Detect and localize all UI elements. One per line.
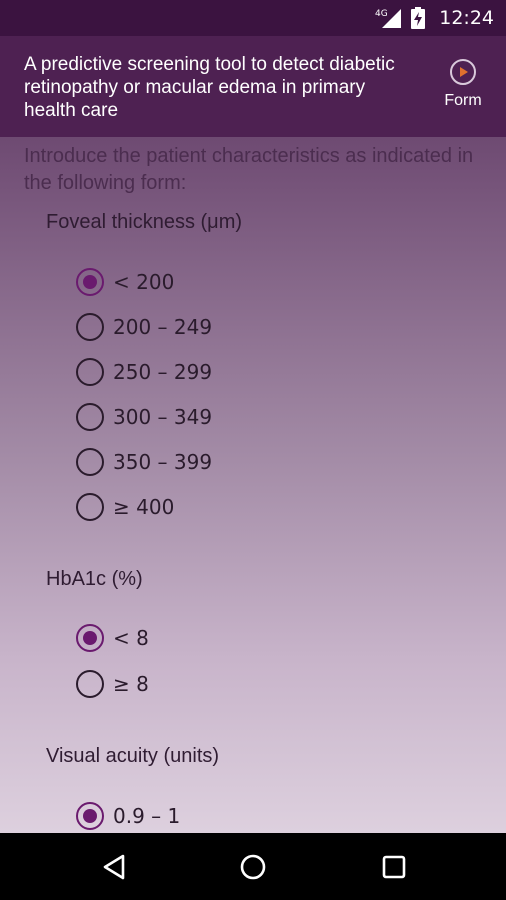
radio-button[interactable]: [76, 670, 104, 698]
radio-button[interactable]: [76, 313, 104, 341]
recents-square-icon: [382, 855, 406, 879]
hba1c-label: HbA1c (%): [46, 568, 143, 590]
radio-button-checked[interactable]: [76, 268, 104, 296]
radio-option-foveal-250-299[interactable]: 250 – 299: [76, 357, 212, 387]
radio-button-checked[interactable]: [76, 802, 104, 830]
radio-option-foveal-lt200[interactable]: < 200: [76, 267, 174, 297]
navigation-bar: [0, 833, 506, 900]
intro-text: Introduce the patient characteristics as…: [24, 145, 474, 194]
radio-label: < 8: [113, 626, 149, 650]
radio-option-foveal-200-249[interactable]: 200 – 249: [76, 312, 212, 342]
status-bar: 4G 12:24: [0, 0, 506, 36]
radio-label: 0.9 – 1: [113, 804, 181, 828]
radio-button-checked[interactable]: [76, 624, 104, 652]
radio-option-acuity-0.9-1[interactable]: 0.9 – 1: [76, 801, 180, 831]
play-circle-icon: [450, 59, 476, 85]
clock: 12:24: [439, 7, 494, 29]
network-type: 4G: [375, 9, 388, 19]
recents-button[interactable]: [378, 851, 410, 883]
home-circle-icon: [240, 854, 266, 880]
radio-label: ≥ 400: [113, 495, 175, 519]
radio-option-hba1c-lt8[interactable]: < 8: [76, 623, 149, 653]
radio-button[interactable]: [76, 358, 104, 386]
form-button-label: Form: [444, 92, 482, 109]
form-content[interactable]: Introduce the patient characteristics as…: [0, 137, 506, 833]
radio-label: ≥ 8: [113, 672, 149, 696]
radio-option-foveal-350-399[interactable]: 350 – 399: [76, 447, 212, 477]
radio-label: 200 – 249: [113, 315, 213, 339]
signal-icon: 4G: [375, 9, 402, 28]
radio-option-foveal-ge400[interactable]: ≥ 400: [76, 492, 174, 522]
back-triangle-icon: [103, 854, 125, 880]
foveal-thickness-label: Foveal thickness (μm): [46, 211, 243, 233]
radio-option-foveal-300-349[interactable]: 300 – 349: [76, 402, 212, 432]
action-bar: A predictive screening tool to detect di…: [0, 36, 506, 137]
back-button[interactable]: [98, 851, 130, 883]
radio-button[interactable]: [76, 493, 104, 521]
radio-label: 250 – 299: [113, 360, 213, 384]
battery-charging-icon: [411, 7, 426, 29]
radio-button[interactable]: [76, 448, 104, 476]
home-button[interactable]: [237, 851, 269, 883]
radio-label: 300 – 349: [113, 405, 213, 429]
form-button[interactable]: Form: [428, 58, 498, 118]
radio-label: < 200: [113, 270, 175, 294]
radio-option-hba1c-ge8[interactable]: ≥ 8: [76, 669, 149, 699]
radio-label: 350 – 399: [113, 450, 213, 474]
radio-button[interactable]: [76, 403, 104, 431]
app-title: A predictive screening tool to detect di…: [24, 54, 395, 121]
visual-acuity-label: Visual acuity (units): [46, 745, 220, 767]
